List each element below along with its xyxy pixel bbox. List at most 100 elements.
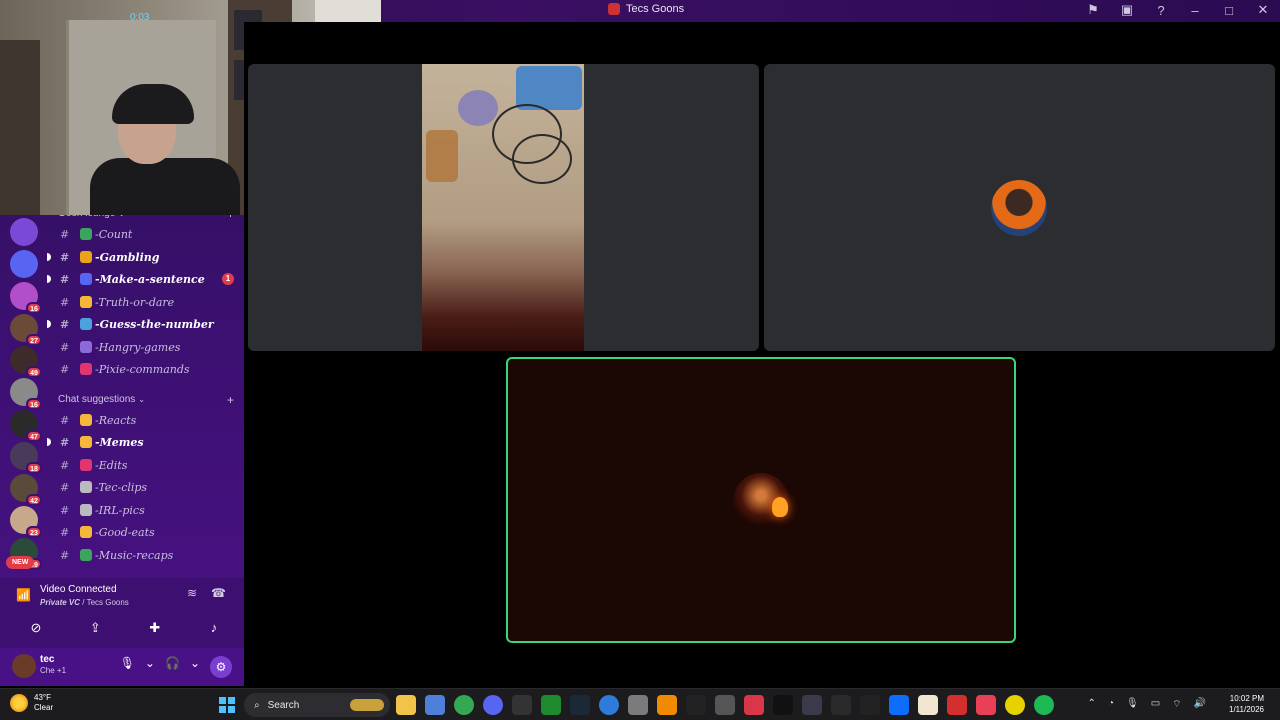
cursor-icon[interactable] bbox=[889, 695, 909, 715]
channel-name: -Pixie-commands bbox=[95, 362, 190, 376]
channel-item[interactable]: # -Hangry-games bbox=[48, 337, 244, 357]
emoji-icon[interactable] bbox=[1005, 695, 1025, 715]
camera-off-icon[interactable]: ⊘ bbox=[20, 616, 52, 640]
channel-item[interactable]: # -Truth-or-dare bbox=[48, 292, 244, 312]
server-icon[interactable]: 18 bbox=[10, 442, 42, 474]
4k-icon[interactable] bbox=[831, 695, 851, 715]
new-pill[interactable]: NEW bbox=[6, 556, 35, 569]
network-icon[interactable]: ◔ bbox=[1108, 698, 1114, 711]
start-button[interactable] bbox=[219, 697, 235, 713]
disconnect-icon[interactable]: ☎ bbox=[211, 586, 226, 600]
minecraft-icon[interactable] bbox=[628, 695, 648, 715]
mic-tray-icon[interactable]: 🎙 bbox=[1126, 698, 1139, 711]
chevron-down-icon[interactable]: ⌄ bbox=[145, 656, 155, 678]
add-channel-icon[interactable]: + bbox=[227, 393, 234, 407]
signal-icon[interactable]: 📶 bbox=[16, 588, 31, 602]
server-icon[interactable] bbox=[10, 250, 38, 278]
server-icon[interactable]: 16 bbox=[10, 378, 42, 410]
volume-icon[interactable]: 🔊 bbox=[1194, 698, 1206, 711]
chevron-down-icon[interactable]: ⌄ bbox=[190, 656, 200, 678]
channel-item[interactable]: # -Reacts bbox=[48, 410, 244, 430]
hash-icon: # bbox=[60, 480, 70, 494]
xbox-icon[interactable] bbox=[541, 695, 561, 715]
channel-emoji-icon bbox=[80, 436, 92, 448]
channel-item[interactable]: # -Tec-clips bbox=[48, 477, 244, 497]
file-explorer-icon[interactable] bbox=[396, 695, 416, 715]
store-icon[interactable] bbox=[425, 695, 445, 715]
username[interactable]: tec bbox=[40, 654, 54, 665]
pen-icon[interactable] bbox=[860, 695, 880, 715]
spotify-icon[interactable] bbox=[1034, 695, 1054, 715]
server-icon bbox=[608, 3, 620, 15]
unread-indicator bbox=[47, 320, 51, 328]
server-icon[interactable] bbox=[10, 218, 38, 246]
notes-icon[interactable] bbox=[918, 695, 938, 715]
voice-status[interactable]: Video Connected bbox=[40, 584, 117, 595]
server-icon[interactable]: 42 bbox=[10, 474, 42, 506]
video-tile-avatar[interactable] bbox=[764, 64, 1275, 351]
server-icon[interactable]: 47 bbox=[10, 410, 42, 442]
chevron-up-icon[interactable]: ⌃ bbox=[1088, 698, 1096, 711]
server-icon[interactable]: 23 bbox=[10, 506, 42, 538]
channel-item[interactable]: # -Count bbox=[48, 224, 244, 244]
monitor-icon[interactable]: ▣ bbox=[1118, 2, 1136, 18]
taskbar-search[interactable]: ⌕ Search bbox=[244, 693, 390, 717]
server-icon[interactable]: 16 bbox=[10, 282, 42, 314]
headphones-icon[interactable]: 🎧 bbox=[165, 656, 180, 678]
taskbar-clock[interactable]: 10:02 PM 1/11/2026 bbox=[1229, 693, 1264, 715]
feed-cable bbox=[512, 134, 572, 184]
soundboard-icon[interactable]: ♪ bbox=[198, 616, 230, 640]
voice-channel-name: Private VC bbox=[40, 598, 81, 607]
minimize-icon[interactable]: – bbox=[1186, 3, 1204, 18]
snipping-icon[interactable] bbox=[744, 695, 764, 715]
user-status: Che +1 bbox=[40, 666, 67, 675]
category-chat-suggestions[interactable]: Chat suggestions ⌄ bbox=[58, 394, 145, 405]
browser-icon[interactable] bbox=[599, 695, 619, 715]
maximize-icon[interactable]: □ bbox=[1220, 3, 1238, 18]
vlc-icon[interactable] bbox=[657, 695, 677, 715]
obs-icon[interactable] bbox=[686, 695, 706, 715]
channel-emoji-icon bbox=[80, 459, 92, 471]
channel-item[interactable]: # -Music-recaps bbox=[48, 545, 244, 565]
channel-item[interactable]: # -Memes bbox=[47, 432, 244, 452]
capcut-icon[interactable] bbox=[773, 695, 793, 715]
activities-icon[interactable]: ✚ bbox=[139, 616, 171, 640]
discord-icon[interactable] bbox=[483, 695, 503, 715]
channel-item[interactable]: # -Good-eats bbox=[48, 522, 244, 542]
music-icon[interactable] bbox=[976, 695, 996, 715]
app-icon[interactable] bbox=[802, 695, 822, 715]
weather-widget[interactable]: 43°F Clear bbox=[10, 693, 53, 713]
wifi-icon[interactable]: ⌔ bbox=[1172, 698, 1181, 711]
channel-emoji-icon bbox=[80, 504, 92, 516]
hash-icon: # bbox=[60, 227, 70, 241]
weather-desc: Clear bbox=[34, 703, 54, 712]
feed-object bbox=[458, 90, 498, 126]
channel-item[interactable]: # -Guess-the-number bbox=[47, 314, 244, 334]
terminal-icon[interactable] bbox=[512, 695, 532, 715]
steam-icon[interactable] bbox=[570, 695, 590, 715]
video-icon[interactable] bbox=[947, 695, 967, 715]
video-tile-speaking[interactable] bbox=[506, 357, 1016, 643]
channel-item[interactable]: # -Pixie-commands bbox=[48, 359, 244, 379]
channel-item[interactable]: # -IRL-pics bbox=[48, 500, 244, 520]
display-icon[interactable]: ▭ bbox=[1151, 698, 1160, 711]
video-tile-camera[interactable] bbox=[248, 64, 759, 351]
settings-icon[interactable] bbox=[715, 695, 735, 715]
server-icon[interactable]: 49 bbox=[10, 346, 42, 378]
channel-item[interactable]: # -Edits bbox=[48, 455, 244, 475]
noise-suppression-icon[interactable]: ≋ bbox=[187, 586, 197, 600]
avatar[interactable] bbox=[12, 654, 36, 678]
server-icon[interactable]: 27 bbox=[10, 314, 42, 346]
channel-item[interactable]: # -Gambling bbox=[47, 247, 244, 267]
channel-item[interactable]: # -Make-a-sentence 1 bbox=[47, 269, 244, 289]
help-icon[interactable]: ? bbox=[1152, 3, 1170, 18]
close-icon[interactable]: ✕ bbox=[1254, 2, 1272, 18]
hash-icon: # bbox=[60, 413, 70, 427]
flag-icon[interactable]: ⚑ bbox=[1084, 2, 1102, 18]
voice-channel[interactable]: Private VC / Tecs Goons bbox=[40, 598, 129, 607]
chrome-icon[interactable] bbox=[454, 695, 474, 715]
gear-icon[interactable]: ⚙ bbox=[210, 656, 232, 678]
screen-share-icon[interactable]: ⇪ bbox=[79, 616, 111, 640]
server-badge: 49 bbox=[26, 366, 42, 378]
microphone-icon[interactable]: 🎙 bbox=[120, 656, 135, 678]
